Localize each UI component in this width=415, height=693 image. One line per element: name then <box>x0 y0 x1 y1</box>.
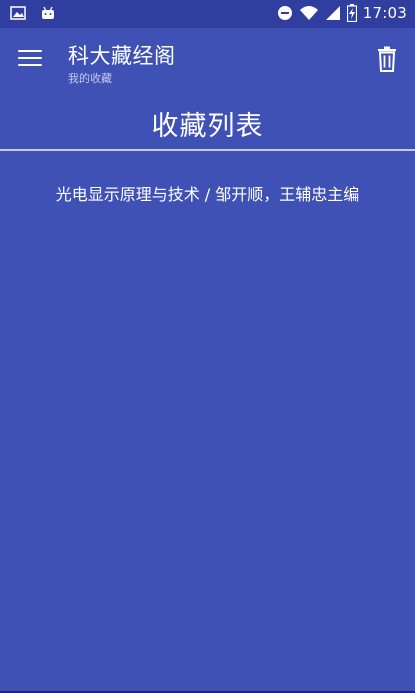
wifi-icon <box>299 6 318 20</box>
app-toolbar: 科大藏经阁 我的收藏 <box>0 28 415 92</box>
status-time: 17:03 <box>362 4 407 22</box>
favorites-heading: 收藏列表 <box>151 111 264 142</box>
status-bar: 17:03 <box>0 0 415 28</box>
favorite-item[interactable]: 光电显示原理与技术 / 邹开顺，王辅忠主编 <box>0 178 415 212</box>
status-right-icons: 17:03 <box>277 4 407 22</box>
favorites-list: 光电显示原理与技术 / 邹开顺，王辅忠主编 <box>0 178 415 212</box>
trash-icon <box>378 46 396 72</box>
app-title: 科大藏经阁 <box>68 44 176 68</box>
image-icon <box>10 6 26 20</box>
battery-icon <box>346 4 357 22</box>
menu-icon-line <box>18 50 42 52</box>
android-icon <box>42 6 54 19</box>
status-left-icons <box>10 6 56 20</box>
app-subtitle: 我的收藏 <box>68 72 112 85</box>
menu-icon-line <box>18 57 42 59</box>
do-not-disturb-icon <box>277 6 292 20</box>
heading-divider <box>0 149 415 151</box>
menu-button[interactable] <box>18 50 42 70</box>
delete-button[interactable] <box>375 46 399 72</box>
menu-icon-line <box>18 64 42 66</box>
signal-icon <box>325 6 340 20</box>
